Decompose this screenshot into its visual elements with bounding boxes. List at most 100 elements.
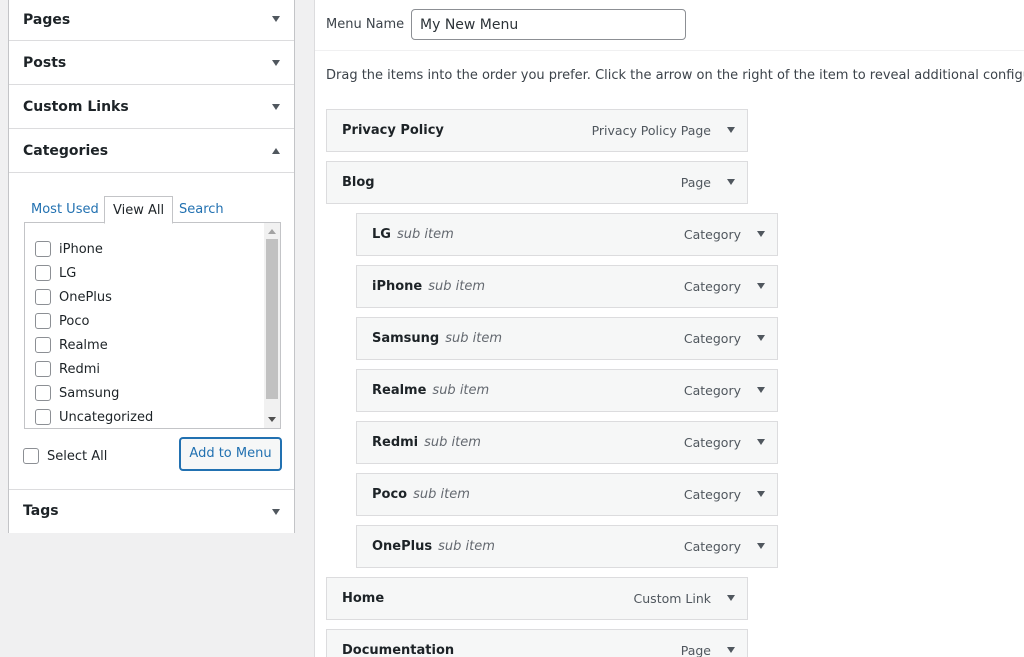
add-menu-items-panel: Pages Posts Custom Links Categories Most… <box>8 0 295 533</box>
menu-item-poco[interactable]: Poco sub item Category <box>356 473 778 516</box>
menu-item-name: Samsung <box>372 331 440 346</box>
chevron-down-icon <box>272 509 280 515</box>
category-label: OnePlus <box>59 290 112 305</box>
select-all[interactable]: Select All <box>23 447 107 467</box>
chevron-down-icon[interactable] <box>727 647 735 653</box>
checkbox[interactable] <box>35 240 51 257</box>
chevron-down-icon[interactable] <box>757 491 765 497</box>
menu-item-privacy-policy[interactable]: Privacy Policy Privacy Policy Page <box>326 109 748 152</box>
chevron-down-icon[interactable] <box>727 127 735 133</box>
checkbox[interactable] <box>35 360 51 377</box>
category-label: Redmi <box>59 362 100 377</box>
scroll-up-arrow-icon[interactable] <box>268 229 276 234</box>
section-posts-title: Posts <box>23 55 67 71</box>
list-item[interactable]: Realme <box>35 336 108 356</box>
menu-item-documentation[interactable]: Documentation Page <box>326 629 748 657</box>
list-item[interactable]: iPhone <box>35 240 103 260</box>
menu-item-title: Home <box>342 591 385 606</box>
sub-item-label: sub item <box>432 383 490 398</box>
drag-instructions: Drag the items into the order you prefer… <box>326 68 1024 83</box>
select-all-label: Select All <box>47 449 108 464</box>
menu-structure-panel: Menu Name Drag the items into the order … <box>314 0 1024 657</box>
menu-item-title: OnePlus sub item <box>372 526 495 567</box>
list-item[interactable]: LG <box>35 264 76 284</box>
chevron-down-icon[interactable] <box>757 439 765 445</box>
list-item[interactable]: Samsung <box>35 384 119 404</box>
menu-item-name: iPhone <box>372 279 423 294</box>
chevron-down-icon <box>272 60 280 66</box>
scroll-thumb[interactable] <box>266 239 278 399</box>
tab-most-used[interactable]: Most Used <box>23 196 107 223</box>
chevron-down-icon[interactable] <box>757 335 765 341</box>
sub-item-label: sub item <box>396 227 454 242</box>
section-custom-links-header[interactable]: Custom Links <box>9 85 294 129</box>
menu-item-title: Redmi sub item <box>372 422 481 463</box>
menu-name-input[interactable] <box>411 9 686 40</box>
category-label: Samsung <box>59 386 120 401</box>
chevron-down-icon[interactable] <box>757 387 765 393</box>
menu-name-label: Menu Name <box>326 17 405 32</box>
chevron-down-icon[interactable] <box>757 283 765 289</box>
list-item[interactable]: Redmi <box>35 360 100 380</box>
chevron-down-icon <box>272 16 280 22</box>
menu-item-type: Category <box>683 279 741 294</box>
checkbox[interactable] <box>35 384 51 401</box>
menu-item-name: OnePlus <box>372 539 433 554</box>
menu-item-lg[interactable]: LG sub item Category <box>356 213 778 256</box>
checkbox[interactable] <box>35 336 51 353</box>
chevron-down-icon[interactable] <box>757 231 765 237</box>
checkbox[interactable] <box>35 408 51 425</box>
category-label: LG <box>59 266 77 281</box>
select-all-checkbox[interactable] <box>23 447 39 464</box>
menu-item-name: LG <box>372 227 391 242</box>
menu-item-type: Category <box>683 539 741 554</box>
category-label: Poco <box>59 314 90 329</box>
menu-item-type: Custom Link <box>633 591 711 606</box>
scrollbar[interactable] <box>264 223 280 428</box>
sub-item-label: sub item <box>438 539 495 554</box>
menu-item-samsung[interactable]: Samsung sub item Category <box>356 317 778 360</box>
section-custom-links-title: Custom Links <box>23 99 129 115</box>
menu-item-type: Category <box>683 435 741 450</box>
menu-item-type: Page <box>680 643 711 657</box>
checkbox[interactable] <box>35 288 51 305</box>
chevron-down-icon[interactable] <box>727 179 735 185</box>
list-item[interactable]: Poco <box>35 312 89 332</box>
chevron-down-icon[interactable] <box>757 543 765 549</box>
section-pages-header[interactable]: Pages <box>9 0 294 41</box>
section-posts-header[interactable]: Posts <box>9 41 294 85</box>
menu-item-type: Category <box>683 383 741 398</box>
section-pages-title: Pages <box>23 12 71 28</box>
sub-item-label: sub item <box>445 331 503 346</box>
category-checklist: iPhone LG OnePlus Poco Realme Redmi Sams… <box>24 222 281 429</box>
section-tags-header[interactable]: Tags <box>9 489 294 533</box>
menu-item-title: Privacy Policy <box>342 123 444 138</box>
sub-item-label: sub item <box>413 487 470 502</box>
sub-item-label: sub item <box>428 279 486 294</box>
list-item[interactable]: OnePlus <box>35 288 112 308</box>
menu-item-title: iPhone sub item <box>372 266 485 307</box>
menu-item-home[interactable]: Home Custom Link <box>326 577 748 620</box>
menu-item-realme[interactable]: Realme sub item Category <box>356 369 778 412</box>
checkbox[interactable] <box>35 264 51 281</box>
section-categories-title: Categories <box>23 143 109 159</box>
menu-item-oneplus[interactable]: OnePlus sub item Category <box>356 525 778 568</box>
menu-item-iphone[interactable]: iPhone sub item Category <box>356 265 778 308</box>
tab-search[interactable]: Search <box>171 196 232 223</box>
add-to-menu-button[interactable]: Add to Menu <box>180 438 281 470</box>
menu-item-name: Realme <box>372 383 427 398</box>
menu-item-title: Blog <box>342 175 375 190</box>
section-tags-title: Tags <box>23 503 59 519</box>
menu-item-name: Poco <box>372 487 408 502</box>
scroll-down-arrow-icon[interactable] <box>268 417 276 422</box>
checkbox[interactable] <box>35 312 51 329</box>
chevron-down-icon[interactable] <box>727 595 735 601</box>
chevron-down-icon <box>272 104 280 110</box>
menu-item-type: Privacy Policy Page <box>591 123 711 138</box>
menu-item-redmi[interactable]: Redmi sub item Category <box>356 421 778 464</box>
tab-view-all[interactable]: View All <box>104 196 174 224</box>
section-categories-header[interactable]: Categories <box>9 129 294 173</box>
menu-item-blog[interactable]: Blog Page <box>326 161 748 204</box>
category-label: iPhone <box>59 242 103 257</box>
list-item[interactable]: Uncategorized <box>35 408 153 428</box>
